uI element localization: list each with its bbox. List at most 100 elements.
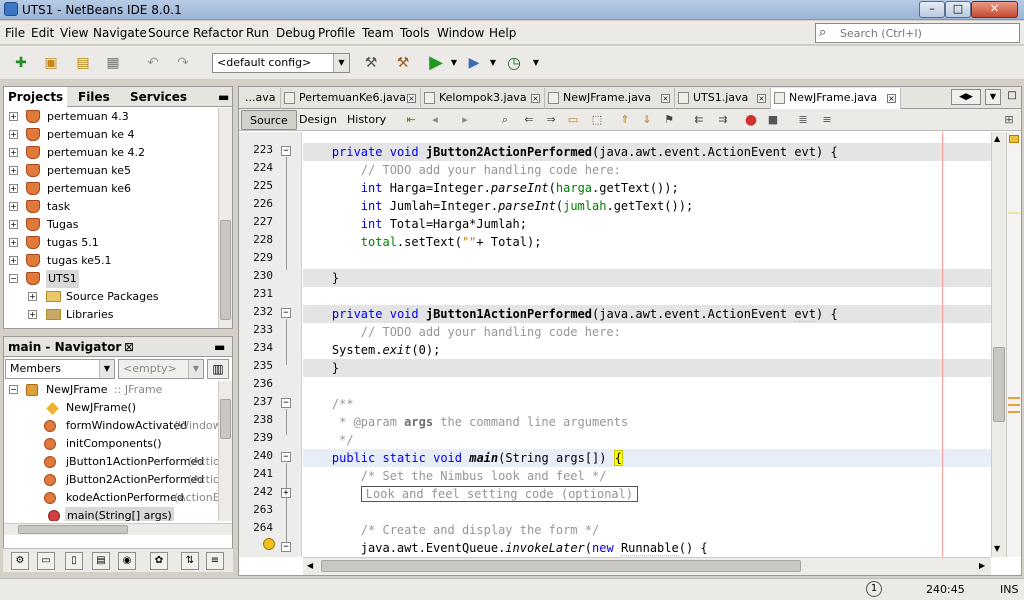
clean-build-icon[interactable]: ⚒ [392,52,414,74]
expand-icon[interactable]: + [9,202,18,211]
sort-by-type-icon[interactable]: ⚙ [11,552,29,570]
filters-icon[interactable]: ✿ [150,552,168,570]
forward-icon[interactable]: ▸ [457,112,473,128]
close-tab-icon[interactable]: × [407,94,416,103]
menu-source[interactable]: Source [148,26,189,40]
scroll-thumb[interactable] [220,220,231,320]
redo-icon[interactable]: ↷ [172,52,194,74]
profile-dropdown-icon[interactable]: ▼ [525,52,547,74]
fold-collapse-icon[interactable]: − [281,308,291,318]
configuration-select[interactable]: <default config> ▼ [212,53,350,73]
menu-view[interactable]: View [60,26,88,40]
menu-debug[interactable]: Debug [276,26,315,40]
expand-icon[interactable]: + [9,256,18,265]
maximize-button[interactable]: □ [945,1,971,18]
close-button[interactable]: ✕ [971,1,1018,18]
fold-collapse-icon[interactable]: − [281,398,291,408]
editor-tab[interactable]: UTS1.java × [675,88,771,109]
fold-expand-icon[interactable]: + [281,488,291,498]
scroll-thumb[interactable] [220,399,231,439]
show-fields-icon[interactable]: ▭ [37,552,55,570]
search-icon[interactable]: ⌕ [819,25,826,40]
close-tab-icon[interactable]: × [887,94,896,103]
next-bookmark-icon[interactable]: ⇓ [639,112,655,128]
show-static-icon[interactable]: ▯ [65,552,83,570]
expand-icon[interactable]: + [9,148,18,157]
new-project-icon[interactable]: ▣ [40,52,62,74]
menu-help[interactable]: Help [489,26,516,40]
collapse-icon[interactable]: − [9,385,18,394]
minimize-button[interactable]: – [919,1,945,18]
scroll-left-icon[interactable]: ◀ [307,561,313,570]
code-area[interactable]: private void jButton2ActionPerformed(jav… [303,132,991,557]
navigator-hscrollbar[interactable] [4,523,232,535]
menu-edit[interactable]: Edit [31,26,54,40]
menu-team[interactable]: Team [362,26,394,40]
editor-tab[interactable]: ...ava [239,88,281,109]
expand-icon[interactable]: + [9,130,18,139]
empty-filter-select[interactable]: <empty> ▼ [118,359,204,379]
start-macro-icon[interactable]: ● [743,112,759,128]
open-project-icon[interactable]: ▤ [72,52,94,74]
comment-icon[interactable]: ≣ [795,112,811,128]
tab-projects[interactable]: Projects [4,87,68,107]
save-all-icon[interactable]: ▦ [102,52,124,74]
tab-services[interactable]: Services [126,87,191,107]
minimize-panel-icon[interactable]: ▬ [214,337,225,357]
build-hammer-icon[interactable]: ⚒ [360,52,382,74]
sort-source-icon[interactable]: ≡ [206,552,224,570]
tab-files[interactable]: Files [74,87,114,107]
scroll-tabs-icon[interactable]: ◀▶ [951,89,981,105]
expand-icon[interactable]: + [28,292,37,301]
shift-right-icon[interactable]: ⇉ [715,112,731,128]
toggle-bookmark-icon[interactable]: ⚑ [661,112,677,128]
editor-tab-active[interactable]: NewJFrame.java × [771,88,901,109]
find-next-icon[interactable]: ⇒ [543,112,559,128]
hint-bulb-icon[interactable] [263,538,275,550]
debug-dropdown-icon[interactable]: ▼ [482,52,504,74]
show-nonpublic-icon[interactable]: ◉ [118,552,136,570]
previous-bookmark-icon[interactable]: ⇑ [617,112,633,128]
close-tab-icon[interactable]: × [757,94,766,103]
stripe-mark[interactable] [1008,411,1020,413]
expand-icon[interactable]: + [9,112,18,121]
menu-run[interactable]: Run [246,26,269,40]
tab-list-icon[interactable]: ▼ [985,89,1001,105]
new-file-icon[interactable]: ✚ [10,52,32,74]
fold-collapse-icon[interactable]: − [281,146,291,156]
back-icon[interactable]: ◂ [427,112,443,128]
find-previous-icon[interactable]: ⇐ [521,112,537,128]
minimize-panel-icon[interactable]: ▬ [214,87,233,107]
projects-scrollbar[interactable] [218,108,232,328]
split-editor-icon[interactable]: ⊞ [1001,112,1017,128]
uncomment-icon[interactable]: ≡ [819,112,835,128]
show-inherited-icon[interactable]: ▤ [92,552,110,570]
menu-file[interactable]: File [5,26,25,40]
search-input[interactable] [840,26,1015,40]
editor-vscrollbar[interactable]: ▲ ▼ [991,132,1006,557]
find-icon[interactable]: ⌕ [497,112,513,128]
rect-selection-icon[interactable]: ⬚ [589,112,605,128]
tab-history[interactable]: History [339,110,394,130]
stripe-mark[interactable] [1008,404,1020,406]
menu-navigate[interactable]: Navigate [93,26,147,40]
editor-hscrollbar[interactable]: ◀ ▶ [303,557,991,575]
close-tab-icon[interactable]: × [531,94,540,103]
expand-icon[interactable]: + [9,166,18,175]
menu-refactor[interactable]: Refactor [193,26,243,40]
expand-icon[interactable]: + [9,184,18,193]
expand-icon[interactable]: + [9,220,18,229]
members-filter-select[interactable]: Members ▼ [5,359,115,379]
stripe-mark[interactable] [1008,212,1020,214]
scroll-down-icon[interactable]: ▼ [994,544,1000,553]
stop-macro-icon[interactable]: ■ [765,112,781,128]
maximize-editor-icon[interactable]: □ [1005,89,1019,105]
menu-tools[interactable]: Tools [400,26,430,40]
editor-tab[interactable]: PertemuanKe6.java × [281,88,421,109]
expand-icon[interactable]: + [28,310,37,319]
tab-source[interactable]: Source [241,110,297,130]
close-icon[interactable]: ⊠ [124,337,134,357]
toggle-highlight-icon[interactable]: ▭ [565,112,581,128]
notifications-icon[interactable]: 1 [866,581,882,597]
tab-design[interactable]: Design [291,110,345,130]
